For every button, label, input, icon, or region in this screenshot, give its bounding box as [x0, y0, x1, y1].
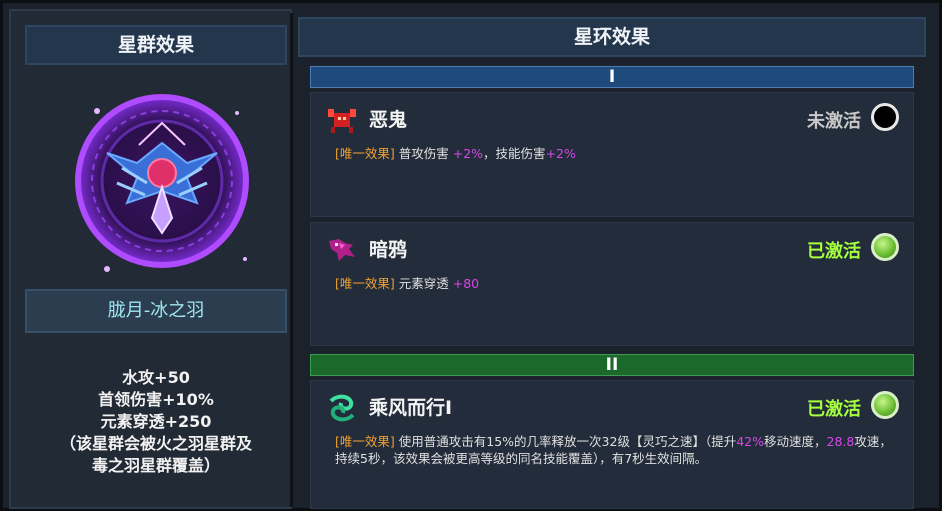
panel-divider	[290, 13, 293, 507]
desc-highlight: 42%	[736, 434, 764, 449]
unique-effect-tag: [唯一效果]	[335, 434, 395, 449]
wind-swirl-icon	[329, 394, 355, 422]
constellation-dialog: 星群效果 胧月-冰之羽 水攻+50 首领伤害+10% 元素穿透+250 （该星群…	[0, 0, 942, 511]
constellation-emblem-icon	[75, 94, 249, 272]
stat-line: 元素穿透+250	[100, 412, 212, 431]
stat-line: 毒之羽星群覆盖）	[91, 456, 220, 475]
tier-2-banner: II	[310, 354, 914, 376]
desc-text: 元素穿透	[398, 276, 453, 291]
desc-text: ，技能伤害	[483, 146, 546, 161]
demon-crab-icon	[328, 109, 356, 133]
constellation-name: 胧月-冰之羽	[25, 289, 287, 333]
dark-crow-icon	[329, 239, 355, 261]
ring-effects-header: 星环效果	[298, 17, 926, 57]
entry-description: [唯一效果] 元素穿透 +80	[335, 275, 901, 292]
constellation-header: 星群效果	[25, 25, 287, 65]
status-orb-icon	[871, 233, 899, 261]
entry-description: [唯一效果] 普攻伤害 +2%，技能伤害+2%	[335, 145, 901, 162]
constellation-panel: 星群效果 胧月-冰之羽 水攻+50 首领伤害+10% 元素穿透+250 （该星群…	[9, 9, 292, 509]
ring-entry-ride-wind: 乘风而行Ⅰ 已激活 [唯一效果] 使用普通攻击有15%的几率释放一次32级【灵巧…	[310, 380, 914, 509]
stat-line: 首领伤害+10%	[98, 390, 214, 409]
desc-highlight: 28.8	[826, 434, 855, 449]
desc-text: 使用普通攻击有15%的几率释放一次32级【灵巧之速】（提升	[398, 434, 737, 449]
stat-line: 水攻+50	[122, 368, 190, 387]
entry-description: [唯一效果] 使用普通攻击有15%的几率释放一次32级【灵巧之速】（提升42%移…	[335, 433, 901, 467]
desc-highlight: +80	[452, 276, 480, 291]
status-orb-icon	[871, 103, 899, 131]
tier-1-banner: I	[310, 66, 914, 88]
constellation-stats: 水攻+50 首领伤害+10% 元素穿透+250 （该星群会被火之羽星群及 毒之羽…	[25, 367, 287, 477]
unique-effect-tag: [唯一效果]	[335, 276, 395, 291]
status-orb-icon	[871, 391, 899, 419]
entry-title: 恶鬼	[369, 109, 408, 131]
status-label: 已激活	[807, 399, 861, 420]
stat-line: （该星群会被火之羽星群及	[59, 434, 252, 453]
entry-title: 暗鸦	[369, 239, 408, 261]
unique-effect-tag: [唯一效果]	[335, 146, 395, 161]
ring-effects-panel[interactable]: 星环效果 I 恶鬼 未激活 [唯一效果] 普攻伤害 +2%，技能伤害+2% 暗鸦…	[298, 13, 934, 509]
desc-highlight: +2%	[545, 146, 576, 161]
status-label: 未激活	[807, 111, 861, 132]
desc-highlight: +2%	[452, 146, 484, 161]
desc-text: 普攻伤害	[398, 146, 453, 161]
entry-title: 乘风而行Ⅰ	[369, 397, 453, 419]
ring-entry-crow: 暗鸦 已激活 [唯一效果] 元素穿透 +80	[310, 222, 914, 346]
desc-text: 移动速度，	[764, 434, 827, 449]
ring-entry-demon: 恶鬼 未激活 [唯一效果] 普攻伤害 +2%，技能伤害+2%	[310, 92, 914, 217]
status-label: 已激活	[807, 241, 861, 262]
